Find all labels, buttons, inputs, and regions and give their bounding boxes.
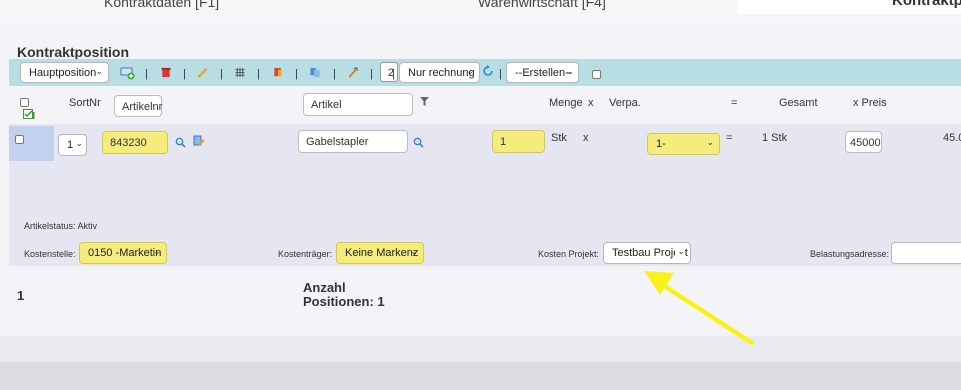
menge-field[interactable]: 1 (492, 130, 545, 153)
artikelnr-field[interactable]: 843230 (102, 131, 168, 154)
add-row-icon[interactable] (120, 66, 136, 80)
multiply-sign: x (583, 132, 589, 144)
positionen-count-label: Positionen: 1 (303, 294, 385, 309)
position-type-value: Hauptposition (29, 67, 97, 79)
header-equals: = (731, 97, 738, 109)
kostenstelle-label: Kostenstelle: (24, 249, 76, 259)
toolbar-separator: | (145, 68, 148, 80)
create-select[interactable]: --Erstellen-- ⌄ (506, 62, 579, 83)
chevron-down-icon: ⌄ (565, 66, 573, 76)
tools-icon[interactable] (347, 67, 359, 78)
belastungsadresse-field[interactable] (891, 242, 961, 264)
section-title: Kontraktposition (17, 44, 129, 60)
artikelstatus-text: Artikelstatus: Aktiv (24, 221, 98, 231)
create-select-value: --Erstellen-- (515, 67, 573, 79)
line-total-value: 45.0 (943, 132, 961, 144)
tab-kontraktdaten[interactable]: Kontraktdaten [F1] (104, 0, 219, 10)
select-all-checkbox[interactable] (20, 98, 29, 107)
equals-sign: = (726, 132, 733, 144)
bottom-strip (0, 362, 961, 390)
toolbar-separator: | (499, 68, 502, 80)
refresh-icon[interactable] (482, 65, 494, 77)
gesamt-value: 1 Stk (762, 132, 788, 144)
search-icon[interactable] (175, 137, 186, 148)
header-menge: Menge (549, 97, 583, 109)
header-x: x (588, 97, 594, 109)
unit-label: Stk (551, 132, 567, 144)
artikel-field[interactable]: Gabelstapler (298, 130, 408, 153)
annotation-arrow-icon (644, 271, 755, 346)
kostenstelle-select[interactable]: 0150 -Marketin ⌄ (79, 242, 167, 264)
filter-icon[interactable] (419, 96, 430, 107)
toolbar-separator: | (220, 68, 223, 80)
tab-warenwirtschaft[interactable]: Warenwirtschaft [F4] (478, 0, 606, 10)
header-x-preis: x Preis (853, 97, 887, 109)
chevron-down-icon: ⌄ (466, 66, 474, 76)
preis-field[interactable]: 45000 (845, 131, 882, 153)
header-gesamt: Gesamt (779, 97, 818, 109)
sort-number-select[interactable]: 1 ⌄ (58, 134, 87, 156)
kostenstelle-value: 0150 -Marketin (88, 247, 162, 259)
chevron-down-icon: ⌄ (410, 246, 418, 256)
toolbar: Hauptposition ⌄ | | | | | | | 2 | Nur re… (9, 59, 961, 86)
search-icon[interactable] (413, 137, 424, 148)
artikel-filter-field[interactable]: Artikel (303, 93, 413, 116)
chevron-down-icon: ⌄ (153, 246, 161, 256)
belastungsadresse-label: Belastungsadresse: (810, 249, 890, 259)
anzahl-label: Anzahl (303, 280, 346, 295)
header-verpa: Verpa. (609, 97, 641, 109)
header-sortnr: SortNr (69, 97, 101, 109)
toolbar-separator: | (183, 68, 186, 80)
toolbar-separator: | (392, 68, 395, 80)
position-type-select[interactable]: Hauptposition ⌄ (20, 62, 109, 83)
chevron-down-icon: ⌄ (95, 66, 103, 76)
position-count: 1 (17, 288, 25, 303)
tab-kontraktposition[interactable]: Kontraktpo (738, 0, 961, 14)
toolbar-checkbox[interactable] (592, 70, 601, 79)
invoice-filter-value: Nur rechnung (408, 67, 475, 79)
chevron-down-icon: ⌄ (675, 246, 685, 257)
edit-pencil-icon[interactable] (197, 67, 209, 78)
chevron-down-icon: ⌄ (706, 137, 714, 147)
chevron-down-icon: ⌄ (75, 138, 83, 148)
quantity-input[interactable]: 2 (380, 62, 398, 82)
kosten-projekt-select[interactable]: Testbau Projekt ⌄ (603, 242, 691, 264)
sort-number-value: 1 (67, 139, 74, 151)
kostentraeger-select[interactable]: Keine Markenz ⌄ (336, 242, 424, 264)
toolbar-separator: | (333, 68, 336, 80)
tab-kontraktposition-label: Kontraktpo (892, 0, 961, 9)
kostentraeger-value: Keine Markenz (345, 247, 419, 259)
kostentraeger-label: Kostenträger: (278, 249, 333, 259)
verpackung-select[interactable]: 1- ⌄ (647, 133, 720, 155)
row-checkbox[interactable] (15, 135, 24, 144)
checked-list-icon[interactable] (23, 109, 35, 120)
tab-strip: Kontraktdaten [F1] Warenwirtschaft [F4] … (0, 0, 961, 26)
article-detail-icon[interactable] (193, 135, 205, 147)
toolbar-separator: | (370, 68, 373, 80)
copy-documents-icon[interactable] (309, 67, 321, 78)
verpackung-value: 1- (656, 138, 666, 150)
delete-icon[interactable] (160, 67, 172, 78)
anzahl-positionen: Anzahl Positionen: 1 (303, 281, 385, 309)
grid-pattern-icon[interactable] (234, 67, 246, 78)
toolbar-separator: | (257, 68, 260, 80)
artikelnr-header-field[interactable]: Artikelnr (114, 95, 162, 117)
bookmark-icon[interactable] (272, 67, 284, 78)
toolbar-separator: | (295, 68, 298, 80)
invoice-filter-select[interactable]: Nur rechnung ⌄ (399, 62, 480, 83)
kosten-projekt-label: Kosten Projekt: (538, 249, 600, 259)
